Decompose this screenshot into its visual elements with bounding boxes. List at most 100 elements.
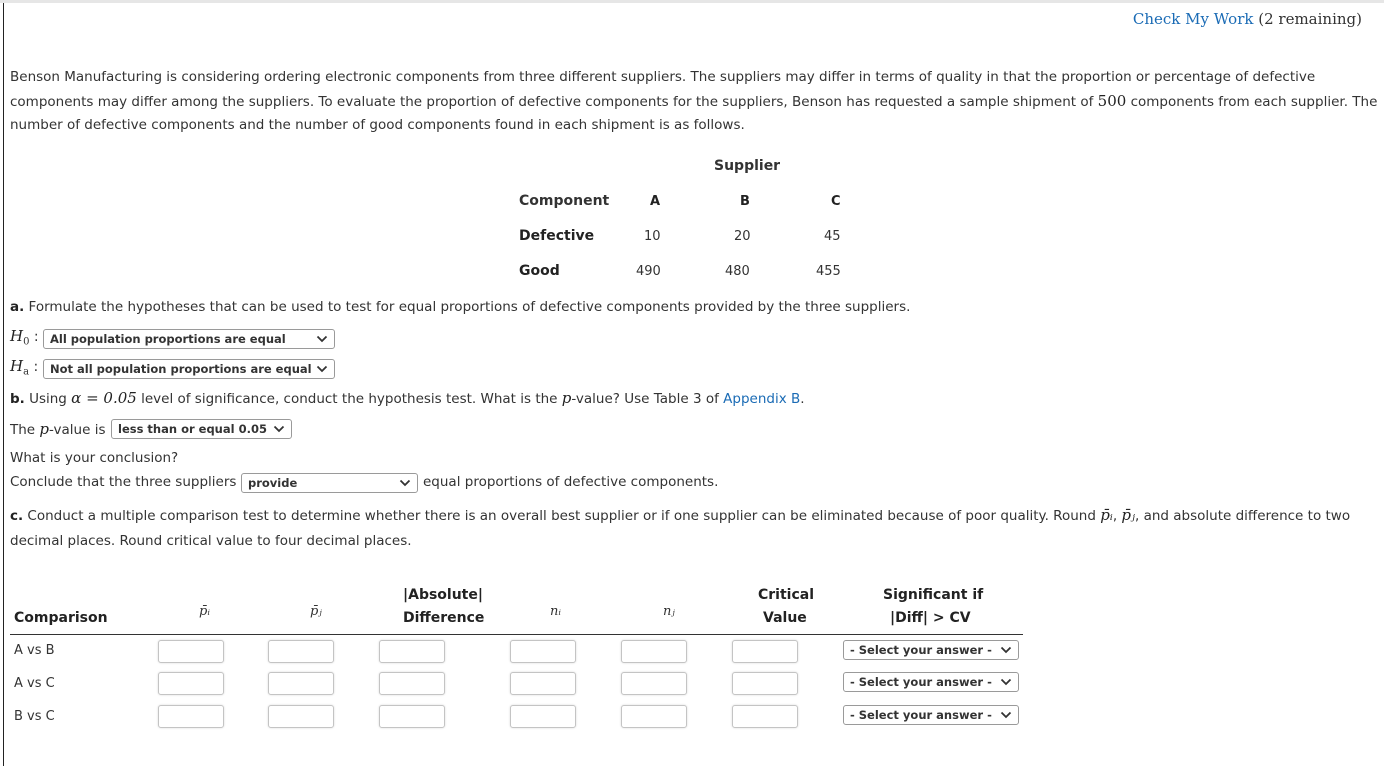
pvalue-select[interactable]: less than or equal 0.05 xyxy=(111,419,292,439)
ni-input[interactable] xyxy=(510,672,576,695)
significance-selected-value: - Select your answer - xyxy=(850,643,992,657)
part-c-label: c. xyxy=(10,508,24,524)
col-sig-line1: Significant if xyxy=(883,587,984,603)
part-b-text-1: Using xyxy=(24,391,72,407)
chevron-down-icon xyxy=(399,479,411,487)
pj-input[interactable] xyxy=(268,640,334,663)
significance-select[interactable]: - Select your answer - xyxy=(843,705,1019,725)
col-pi: p̄ᵢ xyxy=(199,604,210,619)
p-symbol: p xyxy=(561,389,572,407)
supplier-b-header: B xyxy=(740,194,750,209)
cv-input[interactable] xyxy=(732,640,798,663)
ha-select[interactable]: Not all population proportions are equal xyxy=(43,359,335,379)
defective-a: 10 xyxy=(644,229,661,244)
chevron-down-icon xyxy=(1000,711,1012,719)
supplier-header: Supplier xyxy=(714,158,781,174)
part-a-prompt: a. Formulate the hypotheses that can be … xyxy=(10,299,910,315)
pvalue-prefix: The xyxy=(10,422,40,438)
left-border xyxy=(3,3,4,766)
problem-intro: Benson Manufacturing is considering orde… xyxy=(10,66,1380,138)
absdiff-input[interactable] xyxy=(379,705,445,728)
ni-input[interactable] xyxy=(510,705,576,728)
pj-symbol: p̄ⱼ xyxy=(1121,506,1135,524)
row-comparison-label: A vs C xyxy=(14,676,55,691)
part-a-text: Formulate the hypotheses that can be use… xyxy=(24,299,911,315)
part-b-text-3: -value? Use Table 3 of xyxy=(571,391,724,407)
nj-input[interactable] xyxy=(621,672,687,695)
absdiff-input[interactable] xyxy=(379,672,445,695)
component-header: Component xyxy=(519,193,610,209)
check-my-work-link[interactable]: Check My Work xyxy=(1133,10,1254,28)
ni-input[interactable] xyxy=(510,640,576,663)
attempts-remaining: (2 remaining) xyxy=(1258,10,1362,28)
col-pj: p̄ⱼ xyxy=(310,604,322,619)
supplier-c-header: C xyxy=(831,194,841,209)
row-label-defective: Defective xyxy=(519,228,595,244)
chevron-down-icon xyxy=(316,365,328,373)
part-b-text-4: . xyxy=(800,391,805,407)
h0-label: H0 : xyxy=(10,327,39,348)
pj-input[interactable] xyxy=(268,705,334,728)
col-cv-line1: Critical xyxy=(758,587,815,603)
appendix-b-link[interactable]: Appendix B xyxy=(723,391,800,407)
conclusion-select[interactable]: provide xyxy=(241,473,418,493)
row-comparison-label: B vs C xyxy=(14,709,55,724)
col-sig-line2: |Diff| > CV xyxy=(890,610,971,626)
good-a: 490 xyxy=(636,264,661,279)
pvalue-mid: -value is xyxy=(49,422,106,438)
col-absdiff-line2: Difference xyxy=(403,610,485,626)
ha-symbol: H xyxy=(10,357,24,375)
check-my-work: Check My Work (2 remaining) xyxy=(1133,10,1362,28)
sample-size: 500 xyxy=(1097,91,1127,110)
good-b: 480 xyxy=(725,264,750,279)
part-b-text-2: level of significance, conduct the hypot… xyxy=(136,391,562,407)
col-comparison: Comparison xyxy=(14,610,108,626)
pj-input[interactable] xyxy=(268,672,334,695)
pi-input[interactable] xyxy=(158,640,224,663)
significance-select[interactable]: - Select your answer - xyxy=(843,672,1019,692)
nj-input[interactable] xyxy=(621,640,687,663)
h0-selected-value: All population proportions are equal xyxy=(50,332,286,346)
pi-input[interactable] xyxy=(158,672,224,695)
pvalue-selected-value: less than or equal 0.05 xyxy=(118,422,267,436)
pi-input[interactable] xyxy=(158,705,224,728)
defective-c: 45 xyxy=(824,229,841,244)
p-symbol: p xyxy=(39,420,50,438)
significance-select[interactable]: - Select your answer - xyxy=(843,640,1019,660)
col-cv-line2: Value xyxy=(763,610,807,626)
defective-b: 20 xyxy=(734,229,751,244)
pi-symbol: p̄ᵢ xyxy=(1100,506,1113,524)
good-c: 455 xyxy=(816,264,841,279)
supplier-a-header: A xyxy=(650,194,661,209)
part-a-label: a. xyxy=(10,299,25,315)
part-b-label: b. xyxy=(10,391,25,407)
conclusion-prefix: Conclude that the three suppliers xyxy=(10,474,237,490)
part-c-prompt: c. Conduct a multiple comparison test to… xyxy=(10,506,1351,549)
cv-input[interactable] xyxy=(732,672,798,695)
ha-label: Ha : xyxy=(10,357,39,378)
cv-input[interactable] xyxy=(732,705,798,728)
h0-select[interactable]: All population proportions are equal xyxy=(43,329,335,349)
significance-selected-value: - Select your answer - xyxy=(850,675,992,689)
ha-selected-value: Not all population proportions are equal xyxy=(50,362,312,376)
chevron-down-icon xyxy=(316,335,328,343)
chevron-down-icon xyxy=(1000,678,1012,686)
h0-symbol: H xyxy=(10,327,24,345)
chevron-down-icon xyxy=(273,425,285,433)
chevron-down-icon xyxy=(1000,646,1012,654)
absdiff-input[interactable] xyxy=(379,640,445,663)
significance-selected-value: - Select your answer - xyxy=(850,708,992,722)
col-nj: nⱼ xyxy=(663,604,675,619)
conclusion-selected-value: provide xyxy=(248,476,298,490)
part-c-text-1: Conduct a multiple comparison test to de… xyxy=(23,508,1101,524)
alpha-value: α = 0.05 xyxy=(71,389,137,407)
part-b-prompt: b. Using α = 0.05 level of significance,… xyxy=(10,389,805,407)
conclusion-suffix: equal proportions of defective component… xyxy=(423,474,719,490)
nj-input[interactable] xyxy=(621,705,687,728)
row-comparison-label: A vs B xyxy=(14,643,55,658)
header-divider xyxy=(10,634,1023,635)
row-label-good: Good xyxy=(519,263,560,279)
conclusion-question: What is your conclusion? xyxy=(10,450,179,466)
col-absdiff-line1: |Absolute| xyxy=(403,587,483,603)
col-ni: nᵢ xyxy=(550,604,561,619)
